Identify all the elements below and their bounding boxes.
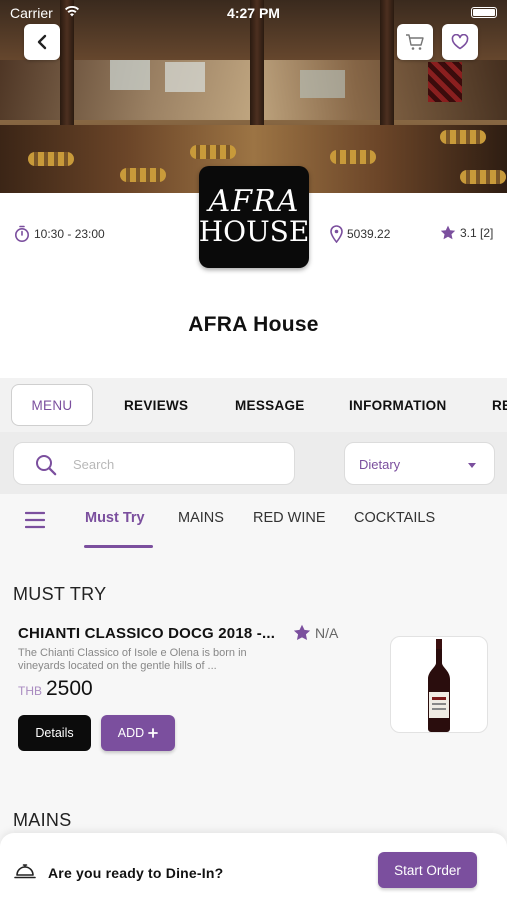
distance[interactable]: 5039.22 xyxy=(330,225,390,243)
tab-reviews-overflow[interactable]: RE xyxy=(492,398,507,413)
dietary-dropdown[interactable]: Dietary xyxy=(344,442,495,485)
start-order-button[interactable]: Start Order xyxy=(378,852,477,888)
plus-icon xyxy=(148,728,159,738)
opening-hours: 10:30 - 23:00 xyxy=(14,225,105,243)
search-input[interactable]: Search xyxy=(13,442,295,485)
details-button[interactable]: Details xyxy=(18,715,91,751)
category-red-wine[interactable]: RED WINE xyxy=(253,510,326,526)
price-currency: THB xyxy=(18,684,42,698)
item-name[interactable]: CHIANTI CLASSICO DOCG 2018 -... xyxy=(18,625,275,642)
status-time: 4:27 PM xyxy=(227,5,280,21)
back-button[interactable] xyxy=(24,24,60,60)
restaurant-page: Carrier 4:27 PM AFRA HOUSE 10:30 - 23:00… xyxy=(0,0,507,900)
price-amount: 2500 xyxy=(46,677,93,700)
category-cocktails[interactable]: COCKTAILS xyxy=(354,510,435,526)
item-rating-text: N/A xyxy=(315,624,339,641)
cart-button[interactable] xyxy=(397,24,433,60)
location-pin-icon xyxy=(330,225,343,243)
tab-reviews[interactable]: REVIEWS xyxy=(124,398,188,413)
main-tabs: MENU REVIEWS MESSAGE INFORMATION RE xyxy=(0,378,507,432)
tab-menu[interactable]: MENU xyxy=(11,384,93,426)
tab-information[interactable]: INFORMATION xyxy=(349,398,447,413)
add-button[interactable]: ADD xyxy=(101,715,175,751)
restaurant-name: AFRA House xyxy=(188,313,319,336)
item-price: THB 2500 xyxy=(18,677,93,701)
battery-icon xyxy=(471,7,497,18)
item-description: The Chianti Classico of Isole e Olena is… xyxy=(18,647,268,673)
details-label: Details xyxy=(35,726,74,740)
search-icon xyxy=(34,453,58,482)
category-must-try[interactable]: Must Try xyxy=(85,510,145,526)
add-label: ADD xyxy=(117,726,145,740)
hours-text: 10:30 - 23:00 xyxy=(34,227,105,241)
category-row: Must Try MAINS RED WINE COCKTAILS xyxy=(0,494,507,554)
section-title-must-try: MUST TRY xyxy=(13,584,107,604)
star-icon xyxy=(440,225,456,240)
logo-line1: AFRA xyxy=(208,184,300,219)
cart-icon xyxy=(406,34,424,50)
logo-line2: HOUSE xyxy=(198,215,310,248)
favorite-button[interactable] xyxy=(442,24,478,60)
status-bar: Carrier 4:27 PM xyxy=(0,0,507,26)
menu-hamburger-icon[interactable] xyxy=(24,511,46,534)
dine-in-bar: Are you ready to Dine-In? Start Order xyxy=(0,833,507,900)
item-description-line2: vineyards located on the gentle hills of… xyxy=(18,660,217,672)
star-icon xyxy=(293,624,311,641)
distance-text: 5039.22 xyxy=(347,227,391,241)
timer-icon xyxy=(15,225,29,242)
item-rating: N/A xyxy=(293,624,338,641)
start-order-label: Start Order xyxy=(394,862,461,878)
rating-text: 3.1 [2] xyxy=(460,225,494,240)
chevron-down-icon xyxy=(468,463,476,468)
section-title-mains: MAINS xyxy=(13,810,72,830)
dine-bell-icon xyxy=(14,860,36,885)
dietary-value: Dietary xyxy=(359,457,401,472)
search-row: Search Dietary xyxy=(0,432,507,494)
restaurant-rating[interactable]: 3.1 [2] xyxy=(440,225,493,240)
category-active-indicator xyxy=(84,545,153,548)
item-description-line1: The Chianti Classico of Isole e Olena is… xyxy=(18,647,247,659)
dine-in-question: Are you ready to Dine-In? xyxy=(48,865,224,881)
tab-message[interactable]: MESSAGE xyxy=(235,398,305,413)
category-mains[interactable]: MAINS xyxy=(178,510,224,526)
heart-icon xyxy=(451,34,469,50)
wine-bottle-image[interactable] xyxy=(390,636,488,733)
restaurant-logo: AFRA HOUSE xyxy=(199,166,309,268)
back-icon xyxy=(37,34,47,50)
search-placeholder: Search xyxy=(73,457,115,472)
